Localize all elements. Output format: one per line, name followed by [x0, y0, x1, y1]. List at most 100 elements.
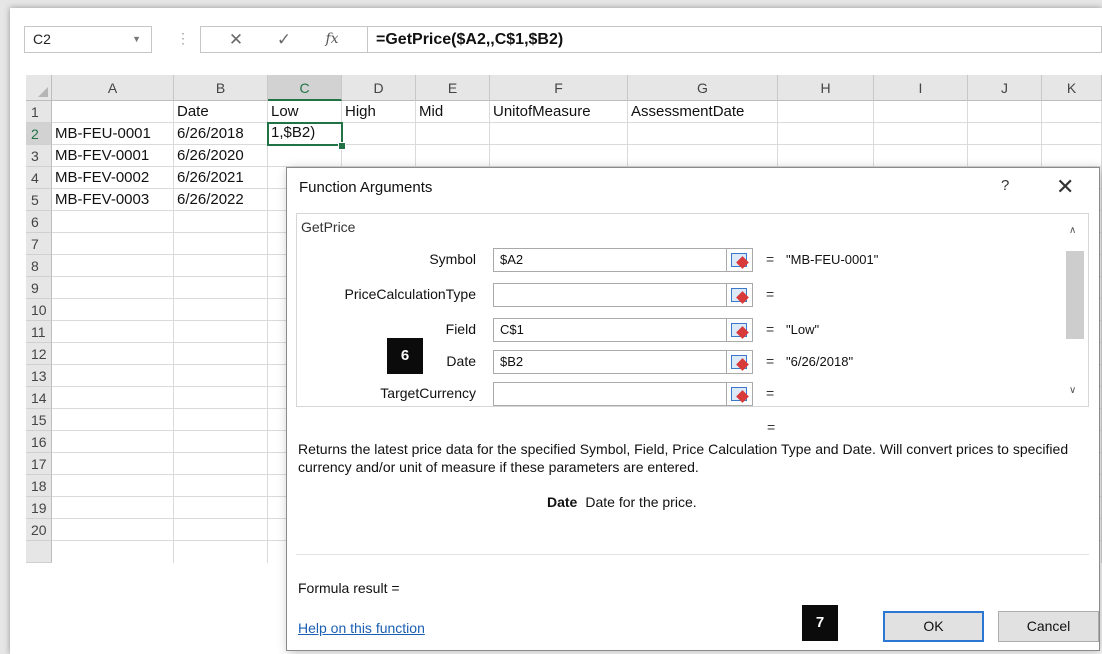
arg-input-field[interactable]: C$1	[493, 318, 727, 342]
range-picker-button[interactable]	[727, 318, 753, 342]
function-arguments-dialog: Function Arguments ? ✕ GetPrice Symbol $…	[286, 167, 1100, 651]
row-header[interactable]: 2	[26, 123, 52, 145]
arg-input-target-currency[interactable]	[493, 382, 727, 406]
row-header[interactable]: 1	[26, 101, 52, 123]
column-header-a[interactable]: A	[52, 75, 174, 101]
column-header-j[interactable]: J	[968, 75, 1042, 101]
row-header[interactable]: 18	[26, 475, 52, 497]
arg-input-price-calculation-type[interactable]	[493, 283, 727, 307]
cell-a3[interactable]: MB-FEV-0001	[52, 145, 174, 167]
arg-label-target-currency: TargetCurrency	[380, 385, 476, 401]
row-header[interactable]	[26, 541, 52, 563]
row-header[interactable]: 11	[26, 321, 52, 343]
collapse-dialog-icon	[731, 387, 747, 401]
row-header[interactable]: 10	[26, 299, 52, 321]
column-header-f[interactable]: F	[490, 75, 628, 101]
chevron-up-icon[interactable]: ∧	[1069, 225, 1076, 236]
fill-handle[interactable]	[338, 142, 346, 150]
collapse-dialog-icon	[731, 253, 747, 267]
row-header[interactable]: 7	[26, 233, 52, 255]
cell-e1[interactable]: Mid	[416, 101, 490, 123]
cell-a4[interactable]: MB-FEV-0002	[52, 167, 174, 189]
arg-result-date: "6/26/2018"	[786, 354, 854, 369]
column-header-g[interactable]: G	[628, 75, 778, 101]
cell-c2-active[interactable]: 1,$B2)	[267, 122, 343, 146]
range-picker-button[interactable]	[727, 350, 753, 374]
column-header-k[interactable]: K	[1042, 75, 1102, 101]
cancel-button[interactable]: Cancel	[998, 611, 1099, 642]
cancel-icon[interactable]: ✕	[221, 27, 251, 52]
row-header[interactable]: 19	[26, 497, 52, 519]
formula-bar: C2 ▼ ⋮ ✕ ✓ fx =GetPrice($A2,,C$1,$B2)	[10, 8, 1102, 68]
arg-equals: =	[766, 321, 775, 337]
arguments-scrollbar[interactable]: ∧ ∨	[1066, 223, 1084, 403]
row-header[interactable]: 13	[26, 365, 52, 387]
argument-help-text: Date for the price.	[585, 494, 697, 510]
cell-d1[interactable]: High	[342, 101, 416, 123]
function-name: GetPrice	[301, 219, 356, 235]
collapse-dialog-icon	[731, 355, 747, 369]
arg-label-date: Date	[446, 353, 476, 369]
cell-f1[interactable]: UnitofMeasure	[490, 101, 628, 123]
scrollbar-thumb[interactable]	[1066, 251, 1084, 339]
cell-b5[interactable]: 6/26/2022	[174, 189, 268, 211]
column-header-e[interactable]: E	[416, 75, 490, 101]
arg-result-symbol: "MB-FEU-0001"	[786, 252, 879, 267]
chevron-down-icon[interactable]: ▼	[132, 27, 141, 52]
row-header[interactable]: 20	[26, 519, 52, 541]
row-header[interactable]: 16	[26, 431, 52, 453]
column-header-i[interactable]: I	[874, 75, 968, 101]
cell-b2[interactable]: 6/26/2018	[174, 123, 268, 145]
name-box-value: C2	[33, 31, 51, 47]
arg-equals: =	[766, 286, 775, 302]
grip-icon: ⋮	[176, 30, 190, 46]
formula-result: Formula result =	[298, 580, 400, 596]
collapse-dialog-icon	[731, 288, 747, 302]
arg-result-field: "Low"	[786, 322, 820, 337]
formula-input[interactable]: =GetPrice($A2,,C$1,$B2)	[368, 26, 1102, 53]
cell-b1[interactable]: Date	[174, 101, 268, 123]
cell-b3[interactable]: 6/26/2020	[174, 145, 268, 167]
enter-icon[interactable]: ✓	[269, 27, 299, 52]
arg-label-field: Field	[445, 321, 476, 337]
column-header-c[interactable]: C	[268, 75, 342, 101]
name-box[interactable]: C2 ▼	[24, 26, 152, 53]
close-icon[interactable]: ✕	[1056, 174, 1074, 200]
cell-g1[interactable]: AssessmentDate	[628, 101, 778, 123]
range-picker-button[interactable]	[727, 283, 753, 307]
arguments-group: GetPrice Symbol $A2 = "MB-FEU-0001" Pric…	[296, 213, 1089, 407]
row-header[interactable]: 3	[26, 145, 52, 167]
arg-input-symbol[interactable]: $A2	[493, 248, 727, 272]
row-header[interactable]: 4	[26, 167, 52, 189]
chevron-down-icon[interactable]: ∨	[1069, 385, 1076, 396]
cell-b4[interactable]: 6/26/2021	[174, 167, 268, 189]
insert-function-icon[interactable]: fx	[317, 27, 347, 52]
function-description: Returns the latest price data for the sp…	[298, 441, 1069, 475]
column-header-h[interactable]: H	[778, 75, 874, 101]
column-header-d[interactable]: D	[342, 75, 416, 101]
column-header-b[interactable]: B	[174, 75, 268, 101]
range-picker-button[interactable]	[727, 248, 753, 272]
argument-help: Date Date for the price.	[547, 494, 697, 510]
argument-help-name: Date	[547, 494, 578, 510]
cell-a2[interactable]: MB-FEU-0001	[52, 123, 174, 145]
row-header[interactable]: 12	[26, 343, 52, 365]
row-header[interactable]: 5	[26, 189, 52, 211]
cell-c1[interactable]: Low	[268, 101, 342, 123]
row-header[interactable]: 8	[26, 255, 52, 277]
ok-button[interactable]: OK	[883, 611, 984, 642]
cell-a5[interactable]: MB-FEV-0003	[52, 189, 174, 211]
row-header[interactable]: 15	[26, 409, 52, 431]
select-all-button[interactable]	[26, 75, 52, 101]
row-header[interactable]: 14	[26, 387, 52, 409]
function-result-equals: =	[767, 419, 776, 435]
arg-equals: =	[766, 385, 775, 401]
help-on-function-link[interactable]: Help on this function	[298, 620, 425, 636]
range-picker-button[interactable]	[727, 382, 753, 406]
arg-input-date[interactable]: $B2	[493, 350, 727, 374]
row-header[interactable]: 9	[26, 277, 52, 299]
help-icon[interactable]: ?	[1001, 177, 1009, 194]
row-header[interactable]: 6	[26, 211, 52, 233]
row-header[interactable]: 17	[26, 453, 52, 475]
arg-label-symbol: Symbol	[429, 251, 476, 267]
